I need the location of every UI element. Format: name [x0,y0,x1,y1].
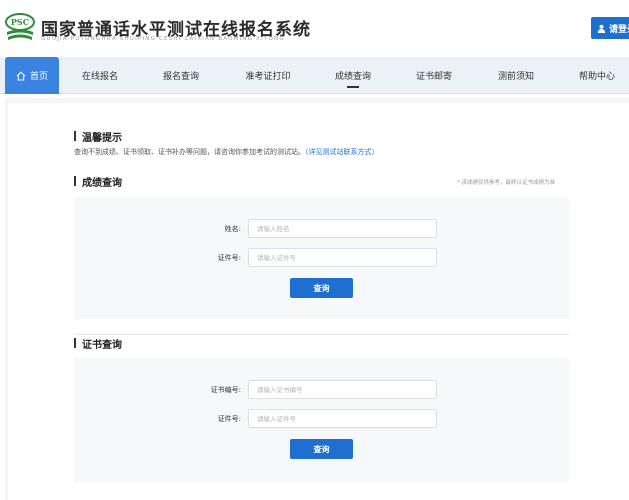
cert-no-input[interactable] [248,380,437,399]
tips-text-body: 查询不到成绩、证书领取、证书补办等问题，请咨询你参加考试的测试站。 [74,148,305,156]
section-divider [74,334,569,335]
nav-item-home[interactable]: 首页 [5,57,59,94]
nav-item-pretest-notice[interactable]: 测前须知 [486,57,546,94]
score-id-label: 证件号: [217,254,241,262]
cert-query-button[interactable]: 查询 [290,439,353,459]
score-id-input[interactable] [248,248,437,267]
tips-title: 温馨提示 [74,129,122,144]
name-label: 姓名: [224,225,241,233]
score-query-title: 成绩查询 [74,174,122,189]
cert-id-input[interactable] [248,409,437,428]
score-note: * 该成绩仅供参考，最终以证书成绩为准 [457,180,555,186]
home-icon [16,71,26,80]
psc-logo-icon[interactable]: PSC [4,12,36,44]
main-nav: 首页 在线报名 报名查询 准考证打印 成绩查询 证书邮寄 测前须知 帮助中心 [0,57,629,94]
nav-item-registration-query[interactable]: 报名查询 [151,57,211,94]
tips-text: 查询不到成绩、证书领取、证书补办等问题，请咨询你参加考试的测试站。（详见测试站联… [74,147,379,157]
login-button[interactable]: 请登录 [591,17,629,39]
station-contact-link[interactable]: （详见测试站联系方式） [305,148,379,156]
cert-query-title: 证书查询 [74,336,122,351]
login-label: 请登录 [608,24,629,35]
nav-label-home: 首页 [29,72,48,82]
cert-id-label: 证件号: [217,415,241,423]
site-subtitle: GUOJIA PUTONGHUA SHUIPING CESHI ZAIXIAN … [41,36,285,42]
cert-no-label: 证书编号: [210,386,241,394]
site-header: PSC 国家普通话水平测试在线报名系统 GUOJIA PUTONGHUA SHU… [0,0,629,55]
nav-item-admission-ticket[interactable]: 准考证打印 [236,57,300,94]
nav-item-online-registration[interactable]: 在线报名 [70,57,130,94]
name-input[interactable] [248,219,437,238]
nav-item-score-query[interactable]: 成绩查询 [323,57,383,94]
user-icon [597,24,606,33]
nav-item-certificate-mail[interactable]: 证书邮寄 [404,57,464,94]
score-query-button[interactable]: 查询 [290,278,353,298]
logo-text: PSC [11,17,29,27]
nav-item-help-center[interactable]: 帮助中心 [567,57,627,94]
